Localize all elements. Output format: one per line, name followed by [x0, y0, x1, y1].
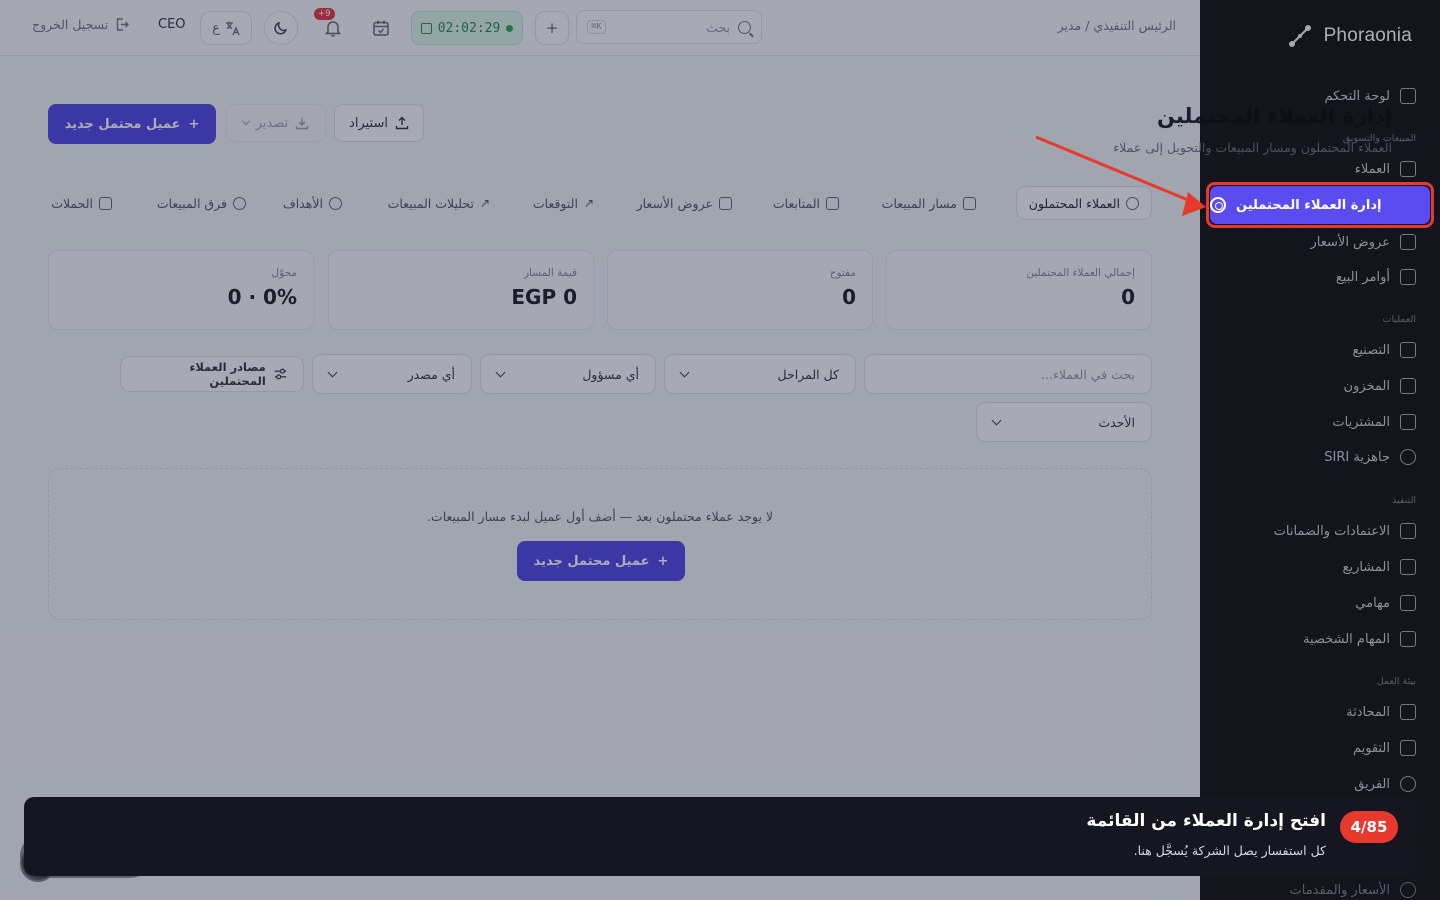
tour-backdrop-sidebar	[1200, 0, 1440, 900]
tour-backdrop	[0, 0, 1200, 900]
tour-step-counter: 4/85	[1340, 811, 1398, 843]
tour-highlight	[1206, 182, 1434, 228]
tour-step-body: كل استفسار يصل الشركة يُسجَّل هنا.	[1133, 843, 1326, 858]
tour-toast: 4/85 افتح إدارة العملاء من القائمة كل اس…	[24, 797, 1416, 876]
tour-step-title: افتح إدارة العملاء من القائمة	[1086, 811, 1326, 831]
